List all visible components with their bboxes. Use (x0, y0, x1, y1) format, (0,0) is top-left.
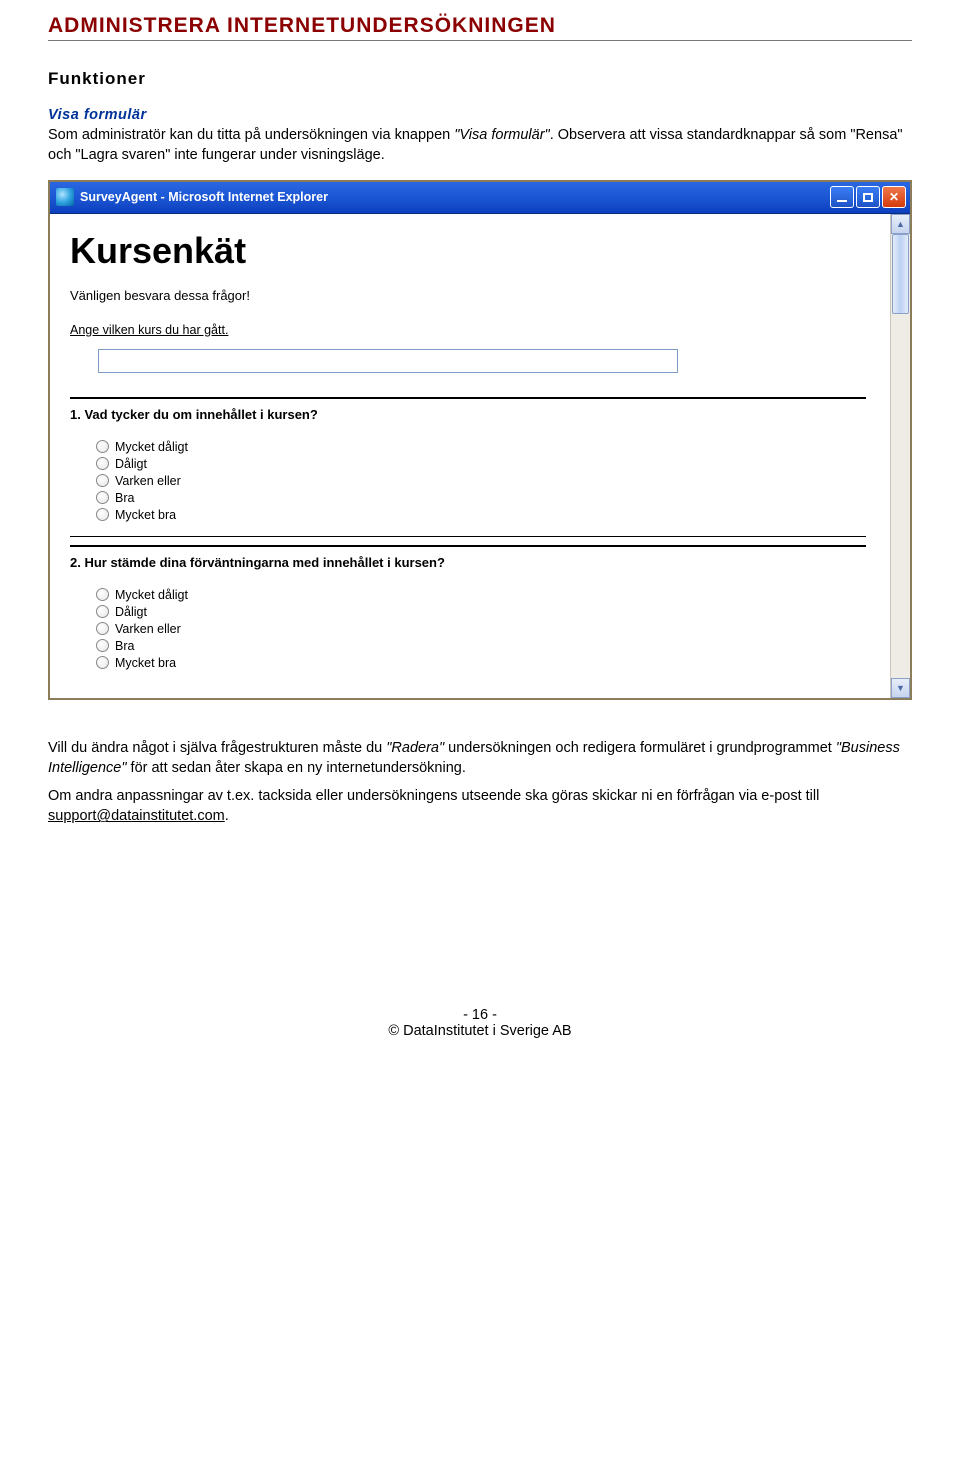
text: Om andra anpassningar av t.ex. tacksida … (48, 788, 819, 804)
window-body: Kursenkät Vänligen besvara dessa frågor!… (50, 214, 910, 698)
question-2-label: 2. Hur stämde dina förväntningarna med i… (70, 555, 866, 570)
window-titlebar: SurveyAgent - Microsoft Internet Explore… (50, 182, 910, 214)
text-italic: "Radera" (386, 740, 444, 756)
option[interactable]: Mycket dåligt (96, 588, 866, 602)
close-button[interactable] (882, 186, 906, 208)
radio-icon (96, 639, 109, 652)
option[interactable]: Dåligt (96, 605, 866, 619)
text: Vill du ändra något i själva frågestrukt… (48, 740, 386, 756)
paragraph-2: Vill du ändra något i själva frågestrukt… (48, 738, 912, 779)
text-italic: "Visa formulär" (454, 127, 549, 143)
divider (70, 397, 866, 399)
option-label: Varken eller (115, 474, 181, 488)
option-label: Mycket dåligt (115, 440, 188, 454)
scroll-track[interactable] (891, 234, 910, 678)
scroll-down-button[interactable] (891, 678, 910, 698)
window-controls (830, 186, 906, 208)
option[interactable]: Bra (96, 491, 866, 505)
option-label: Bra (115, 639, 134, 653)
survey-content: Kursenkät Vänligen besvara dessa frågor!… (50, 214, 890, 698)
option[interactable]: Mycket bra (96, 508, 866, 522)
question-1-options: Mycket dåligt Dåligt Varken eller Bra My… (96, 440, 866, 522)
option-label: Dåligt (115, 457, 147, 471)
scroll-up-button[interactable] (891, 214, 910, 234)
text: undersökningen och redigera formuläret i… (444, 740, 836, 756)
paragraph-3: Om andra anpassningar av t.ex. tacksida … (48, 786, 912, 827)
option[interactable]: Dåligt (96, 457, 866, 471)
radio-icon (96, 474, 109, 487)
survey-prompt: Ange vilken kurs du har gått. (70, 323, 866, 337)
subsection-heading: Visa formulär (48, 107, 912, 123)
scrollbar[interactable] (890, 214, 910, 698)
text: . (225, 808, 229, 824)
option-label: Mycket bra (115, 508, 176, 522)
support-email-link[interactable]: support@datainstitutet.com (48, 808, 225, 824)
minimize-button[interactable] (830, 186, 854, 208)
option-label: Varken eller (115, 622, 181, 636)
paragraph-1: Som administratör kan du titta på unders… (48, 125, 912, 166)
maximize-button[interactable] (856, 186, 880, 208)
survey-instruction: Vänligen besvara dessa frågor! (70, 288, 866, 303)
text: Som administratör kan du titta på unders… (48, 127, 454, 143)
radio-icon (96, 622, 109, 635)
radio-icon (96, 588, 109, 601)
radio-icon (96, 508, 109, 521)
question-1-label: 1. Vad tycker du om innehållet i kursen? (70, 407, 866, 422)
option-label: Dåligt (115, 605, 147, 619)
option[interactable]: Mycket bra (96, 656, 866, 670)
radio-icon (96, 440, 109, 453)
ie-icon (56, 188, 74, 206)
text: för att sedan åter skapa en ny internetu… (127, 760, 466, 776)
option-label: Bra (115, 491, 134, 505)
window-title: SurveyAgent - Microsoft Internet Explore… (80, 190, 830, 204)
survey-title: Kursenkät (70, 230, 866, 272)
course-input[interactable] (98, 349, 678, 373)
page-footer: - 16 - © DataInstitutet i Sverige AB (48, 1007, 912, 1039)
section-heading: Funktioner (48, 69, 912, 89)
option[interactable]: Varken eller (96, 622, 866, 636)
radio-icon (96, 457, 109, 470)
question-2-options: Mycket dåligt Dåligt Varken eller Bra My… (96, 588, 866, 670)
divider (70, 545, 866, 547)
radio-icon (96, 491, 109, 504)
screenshot-window: SurveyAgent - Microsoft Internet Explore… (48, 180, 912, 700)
option[interactable]: Varken eller (96, 474, 866, 488)
page-title: ADMINISTRERA INTERNETUNDERSÖKNINGEN (48, 14, 912, 41)
option-label: Mycket bra (115, 656, 176, 670)
radio-icon (96, 605, 109, 618)
option[interactable]: Bra (96, 639, 866, 653)
divider (70, 536, 866, 537)
page-number: - 16 - (48, 1007, 912, 1023)
option[interactable]: Mycket dåligt (96, 440, 866, 454)
copyright: © DataInstitutet i Sverige AB (48, 1023, 912, 1039)
option-label: Mycket dåligt (115, 588, 188, 602)
radio-icon (96, 656, 109, 669)
scroll-thumb[interactable] (892, 234, 909, 314)
